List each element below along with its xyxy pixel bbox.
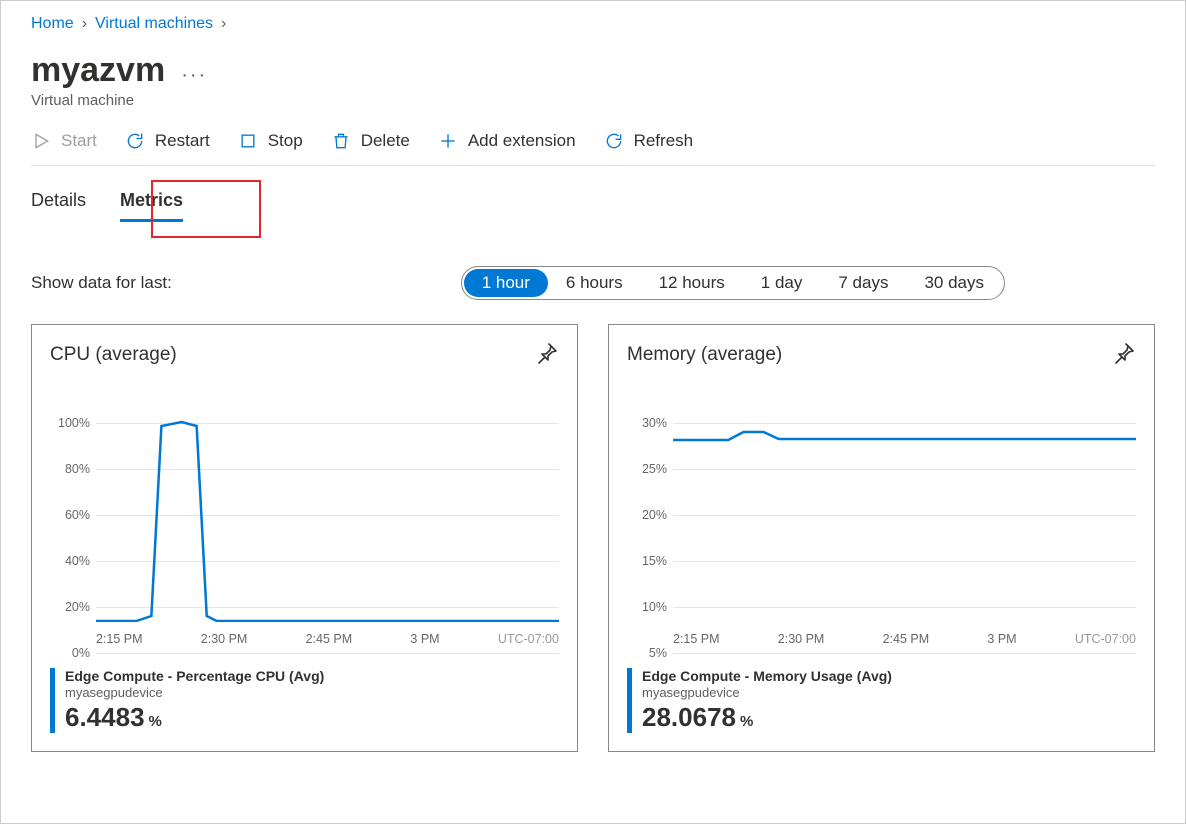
memory-legend: Edge Compute - Memory Usage (Avg) myaseg… bbox=[627, 668, 1136, 733]
tabs: Details Metrics bbox=[31, 190, 1155, 222]
y-tick: 20% bbox=[50, 600, 90, 614]
delete-button[interactable]: Delete bbox=[331, 131, 410, 151]
cpu-legend: Edge Compute - Percentage CPU (Avg) myas… bbox=[50, 668, 559, 733]
stop-button[interactable]: Stop bbox=[238, 131, 303, 151]
breadcrumb: Home › Virtual machines › bbox=[31, 15, 1155, 33]
cpu-chart-title: CPU (average) bbox=[50, 344, 177, 366]
restart-label: Restart bbox=[155, 131, 210, 151]
cpu-series-name: Edge Compute - Percentage CPU (Avg) bbox=[65, 668, 324, 684]
stop-label: Stop bbox=[268, 131, 303, 151]
add-extension-button[interactable]: Add extension bbox=[438, 131, 576, 151]
cpu-line-plot bbox=[96, 416, 559, 622]
restart-button[interactable]: Restart bbox=[125, 131, 210, 151]
range-opt-1day[interactable]: 1 day bbox=[743, 269, 821, 297]
tab-details[interactable]: Details bbox=[31, 190, 86, 222]
cpu-value: 6.4483 bbox=[65, 702, 145, 733]
y-tick: 0% bbox=[50, 646, 90, 660]
cpu-chart-card: CPU (average) 100% 80% 60% 40% 20% 0% bbox=[31, 324, 578, 752]
time-range-selector: 1 hour 6 hours 12 hours 1 day 7 days 30 … bbox=[461, 266, 1005, 300]
memory-value: 28.0678 bbox=[642, 702, 736, 733]
y-tick: 20% bbox=[627, 508, 667, 522]
x-tick: 2:15 PM bbox=[673, 632, 720, 646]
page-title: myazvm bbox=[31, 51, 165, 90]
pin-button[interactable] bbox=[535, 341, 559, 368]
restart-icon bbox=[125, 131, 145, 151]
start-button: Start bbox=[31, 131, 97, 151]
x-tick: 2:15 PM bbox=[96, 632, 143, 646]
y-tick: 10% bbox=[627, 600, 667, 614]
memory-chart-area[interactable]: 30% 25% 20% 15% 10% 5% 2:15 PM 2:30 PM 2… bbox=[627, 416, 1136, 646]
page-subtitle: Virtual machine bbox=[31, 92, 1155, 109]
legend-color-swatch bbox=[50, 668, 55, 733]
x-tick: 3 PM bbox=[987, 632, 1016, 646]
tab-metrics[interactable]: Metrics bbox=[120, 190, 183, 222]
y-tick: 15% bbox=[627, 554, 667, 568]
range-opt-6hours[interactable]: 6 hours bbox=[548, 269, 641, 297]
refresh-label: Refresh bbox=[634, 131, 694, 151]
more-actions-button[interactable]: ··· bbox=[181, 64, 207, 87]
delete-label: Delete bbox=[361, 131, 410, 151]
command-bar: Start Restart Stop Delete Add extension … bbox=[31, 131, 1155, 166]
range-opt-12hours[interactable]: 12 hours bbox=[641, 269, 743, 297]
x-tick: 2:30 PM bbox=[201, 632, 248, 646]
pin-icon bbox=[535, 341, 559, 365]
start-label: Start bbox=[61, 131, 97, 151]
range-opt-30days[interactable]: 30 days bbox=[906, 269, 1002, 297]
y-tick: 5% bbox=[627, 646, 667, 660]
memory-unit: % bbox=[740, 713, 753, 730]
x-tick: 2:45 PM bbox=[883, 632, 930, 646]
breadcrumb-vms[interactable]: Virtual machines bbox=[95, 15, 213, 33]
timezone-label: UTC-07:00 bbox=[1075, 632, 1136, 646]
timezone-label: UTC-07:00 bbox=[498, 632, 559, 646]
refresh-icon bbox=[604, 131, 624, 151]
memory-chart-title: Memory (average) bbox=[627, 344, 782, 366]
y-tick: 40% bbox=[50, 554, 90, 568]
memory-line-plot bbox=[673, 416, 1136, 622]
pin-icon bbox=[1112, 341, 1136, 365]
chevron-right-icon: › bbox=[82, 15, 87, 33]
time-range-label: Show data for last: bbox=[31, 273, 172, 293]
memory-series-name: Edge Compute - Memory Usage (Avg) bbox=[642, 668, 892, 684]
memory-resource-name: myasegpudevice bbox=[642, 685, 892, 700]
cpu-chart-area[interactable]: 100% 80% 60% 40% 20% 0% 2:15 PM 2:30 PM … bbox=[50, 416, 559, 646]
plus-icon bbox=[438, 131, 458, 151]
trash-icon bbox=[331, 131, 351, 151]
x-tick: 2:45 PM bbox=[306, 632, 353, 646]
range-opt-1hour[interactable]: 1 hour bbox=[464, 269, 548, 297]
y-tick: 30% bbox=[627, 416, 667, 430]
y-tick: 100% bbox=[50, 416, 90, 430]
x-tick: 3 PM bbox=[410, 632, 439, 646]
play-icon bbox=[31, 131, 51, 151]
chevron-right-icon: › bbox=[221, 15, 226, 33]
range-opt-7days[interactable]: 7 days bbox=[820, 269, 906, 297]
memory-chart-card: Memory (average) 30% 25% 20% 15% 10% 5% bbox=[608, 324, 1155, 752]
x-tick: 2:30 PM bbox=[778, 632, 825, 646]
y-tick: 60% bbox=[50, 508, 90, 522]
legend-color-swatch bbox=[627, 668, 632, 733]
stop-icon bbox=[238, 131, 258, 151]
y-tick: 25% bbox=[627, 462, 667, 476]
cpu-unit: % bbox=[149, 713, 162, 730]
pin-button[interactable] bbox=[1112, 341, 1136, 368]
cpu-resource-name: myasegpudevice bbox=[65, 685, 324, 700]
add-extension-label: Add extension bbox=[468, 131, 576, 151]
refresh-button[interactable]: Refresh bbox=[604, 131, 694, 151]
y-tick: 80% bbox=[50, 462, 90, 476]
breadcrumb-home[interactable]: Home bbox=[31, 15, 74, 33]
